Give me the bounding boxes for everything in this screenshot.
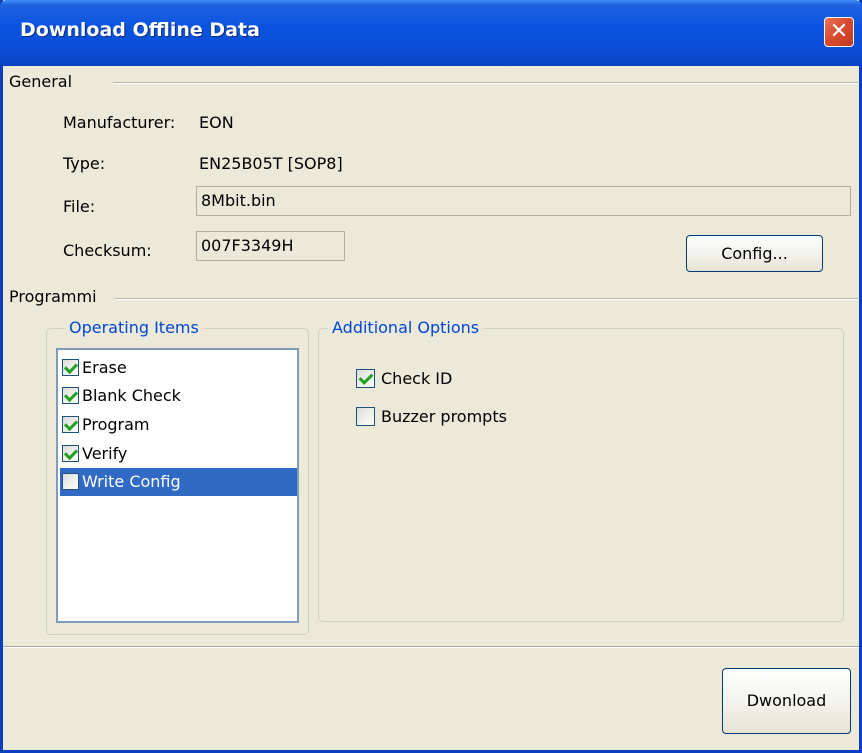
- check-id-label: Check ID: [381, 369, 453, 388]
- checksum-field[interactable]: 007F3349H: [196, 231, 345, 261]
- file-label: File:: [63, 197, 96, 216]
- type-label: Type:: [63, 154, 106, 173]
- operating-items-list[interactable]: Erase Blank Check Program Verify Write C…: [56, 348, 299, 623]
- write-config-label: Write Config: [82, 472, 181, 491]
- checksum-label: Checksum:: [63, 241, 152, 260]
- additional-options-legend: Additional Options: [328, 318, 484, 337]
- list-item-program[interactable]: Program: [60, 411, 297, 439]
- window-title: Download Offline Data: [20, 19, 260, 41]
- programming-group-divider: [115, 298, 858, 300]
- erase-checkbox[interactable]: [62, 359, 79, 376]
- blank-check-label: Blank Check: [82, 386, 181, 405]
- list-item-erase[interactable]: Erase: [60, 354, 297, 382]
- programming-group-label: Programmi: [9, 287, 97, 306]
- footer-separator: [3, 646, 859, 648]
- general-group-divider: [113, 82, 858, 84]
- program-label: Program: [82, 415, 150, 434]
- title-bar[interactable]: Download Offline Data ✕: [0, 0, 862, 66]
- config-button[interactable]: Config...: [686, 235, 823, 272]
- program-checkbox[interactable]: [62, 416, 79, 433]
- check-id-checkbox[interactable]: [356, 369, 375, 388]
- file-field[interactable]: 8Mbit.bin: [196, 186, 851, 216]
- verify-checkbox[interactable]: [62, 445, 79, 462]
- manufacturer-value: EON: [199, 113, 234, 132]
- type-value: EN25B05T [SOP8]: [199, 154, 343, 173]
- general-group-label: General: [9, 72, 73, 91]
- list-item-write-config[interactable]: Write Config: [60, 468, 297, 496]
- buzzer-prompts-label: Buzzer prompts: [381, 407, 507, 426]
- erase-label: Erase: [82, 358, 127, 377]
- list-item-blank-check[interactable]: Blank Check: [60, 382, 297, 410]
- download-button[interactable]: Dwonload: [722, 668, 851, 734]
- write-config-checkbox[interactable]: [62, 473, 79, 490]
- close-button[interactable]: ✕: [824, 17, 854, 47]
- blank-check-checkbox[interactable]: [62, 387, 79, 404]
- list-item-verify[interactable]: Verify: [60, 440, 297, 468]
- close-x-icon: ✕: [829, 19, 849, 44]
- dialog-window: Download Offline Data ✕ General Manufact…: [0, 0, 862, 753]
- operating-items-legend: Operating Items: [65, 318, 203, 337]
- manufacturer-label: Manufacturer:: [63, 113, 176, 132]
- verify-label: Verify: [82, 444, 128, 463]
- buzzer-prompts-checkbox[interactable]: [356, 407, 375, 426]
